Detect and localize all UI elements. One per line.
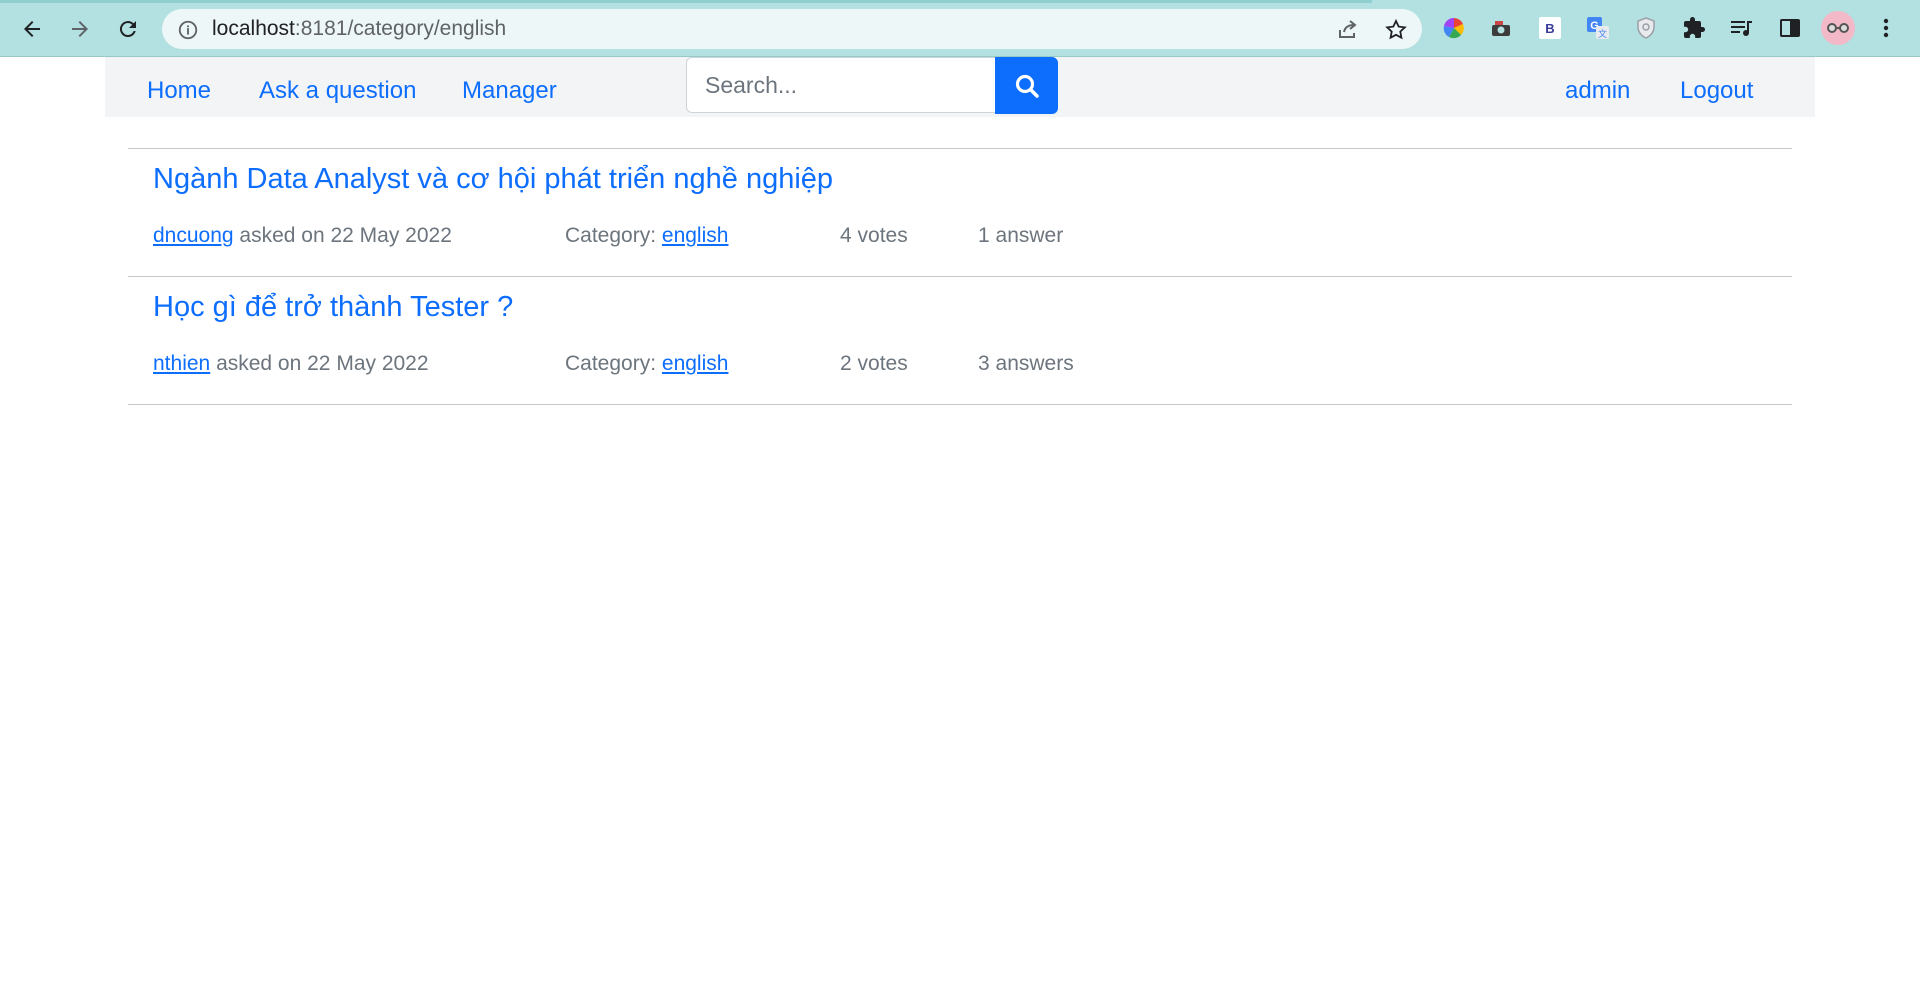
bootstrap-b-icon[interactable]: B <box>1536 14 1564 42</box>
svg-text:文: 文 <box>1598 28 1607 40</box>
category-label: Category: <box>565 352 657 375</box>
nav-manager-link[interactable]: Manager <box>462 77 557 105</box>
answer-count: 3 answers <box>978 352 1074 375</box>
search-input[interactable] <box>686 57 996 113</box>
back-button[interactable] <box>14 12 50 46</box>
author-link[interactable]: nthien <box>153 352 210 375</box>
vote-count: 4 votes <box>840 224 908 247</box>
google-translate-icon[interactable]: G文 <box>1584 14 1612 42</box>
nav-ask-question-link[interactable]: Ask a question <box>259 77 416 105</box>
color-wheel-icon[interactable] <box>1440 14 1468 42</box>
tab-strip-edge <box>0 0 1372 3</box>
vote-count: 2 votes <box>840 352 908 375</box>
browser-toolbar: localhost:8181/category/english B G文 <box>0 0 1920 57</box>
camera-extension-icon[interactable] <box>1488 14 1516 42</box>
question-list: Ngành Data Analyst và cơ hội phát triển … <box>128 148 1792 405</box>
category-link[interactable]: english <box>662 352 729 375</box>
question-category-info: Category: english <box>565 224 728 248</box>
author-link[interactable]: dncuong <box>153 224 234 247</box>
puzzle-icon[interactable] <box>1680 14 1708 42</box>
search-icon <box>1015 74 1039 98</box>
shield-extension-icon[interactable] <box>1632 14 1660 42</box>
url-path: :8181/category/english <box>294 17 507 40</box>
arrow-right-icon <box>72 21 88 37</box>
question-author-info: nthien asked on 22 May 2022 <box>153 352 429 376</box>
share-icon[interactable] <box>1336 18 1360 42</box>
forward-button[interactable] <box>62 12 98 46</box>
answer-count: 1 answer <box>978 224 1064 247</box>
site-navbar: Home Ask a question Manager admin Logout <box>105 57 1815 117</box>
arrow-left-icon <box>24 21 40 37</box>
profile-avatar-icon[interactable] <box>1820 10 1856 46</box>
sidebar-icon[interactable] <box>1776 14 1804 42</box>
question-title-link[interactable]: Ngành Data Analyst và cơ hội phát triển … <box>153 163 833 196</box>
category-label: Category: <box>565 224 657 247</box>
question-author-info: dncuong asked on 22 May 2022 <box>153 224 452 248</box>
search-button[interactable] <box>995 57 1058 114</box>
asked-date: asked on 22 May 2022 <box>239 224 452 247</box>
question-category-info: Category: english <box>565 352 728 376</box>
nav-user-link[interactable]: admin <box>1565 77 1630 105</box>
svg-text:B: B <box>1545 21 1554 36</box>
media-list-icon[interactable] <box>1728 14 1756 42</box>
reload-icon <box>119 21 136 38</box>
url-host: localhost <box>212 17 295 40</box>
bookmark-star-icon[interactable] <box>1384 18 1408 42</box>
site-info-icon[interactable] <box>176 18 200 42</box>
url-text: localhost:8181/category/english <box>212 17 506 41</box>
question-item: Học gì để trở thành Tester ? nthien aske… <box>128 276 1792 405</box>
category-link[interactable]: english <box>662 224 729 247</box>
question-title-link[interactable]: Học gì để trở thành Tester ? <box>153 291 513 324</box>
more-vert-icon[interactable] <box>1872 14 1900 42</box>
address-bar[interactable]: localhost:8181/category/english <box>162 9 1422 49</box>
reload-button[interactable] <box>110 12 146 46</box>
asked-date: asked on 22 May 2022 <box>216 352 429 375</box>
question-item: Ngành Data Analyst và cơ hội phát triển … <box>128 148 1792 276</box>
nav-logout-link[interactable]: Logout <box>1680 77 1753 105</box>
nav-home-link[interactable]: Home <box>147 77 211 105</box>
